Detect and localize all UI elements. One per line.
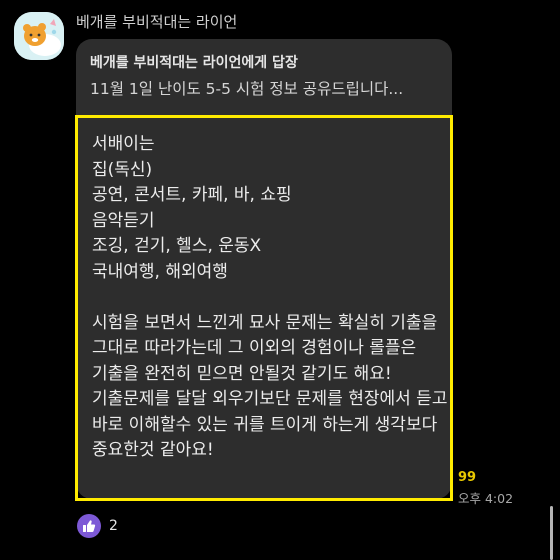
sender-avatar[interactable]	[14, 12, 64, 60]
sender-name[interactable]: 베개를 부비적대는 라이언	[76, 11, 237, 32]
reaction-count: 2	[109, 518, 118, 534]
reaction-chip[interactable]: 2	[77, 512, 118, 540]
ryan-character-icon	[14, 12, 64, 60]
unread-count: 99	[458, 470, 477, 485]
reply-header: 베개를 부비적대는 라이언에게 답장	[90, 55, 298, 71]
highlighted-message-body: 서배이는 집(독신) 공연, 콘서트, 카페, 바, 쇼핑 음악듣기 조깅, 걷…	[75, 115, 453, 501]
message-bubble[interactable]: 베개를 부비적대는 라이언에게 답장 11월 1일 난이도 5-5 시험 정보 …	[75, 39, 453, 501]
message-time: 오후 4:02	[458, 491, 514, 506]
thumbs-up-icon	[77, 514, 101, 538]
scrollbar[interactable]	[550, 506, 553, 560]
reply-preview[interactable]: 11월 1일 난이도 5-5 시험 정보 공유드립니다...	[90, 77, 440, 99]
chat-screen: 베개를 부비적대는 라이언 베개를 부비적대는 라이언에게 답장 11월 1일 …	[0, 0, 560, 560]
message-text: 서배이는 집(독신) 공연, 콘서트, 카페, 바, 쇼핑 음악듣기 조깅, 걷…	[92, 134, 448, 460]
